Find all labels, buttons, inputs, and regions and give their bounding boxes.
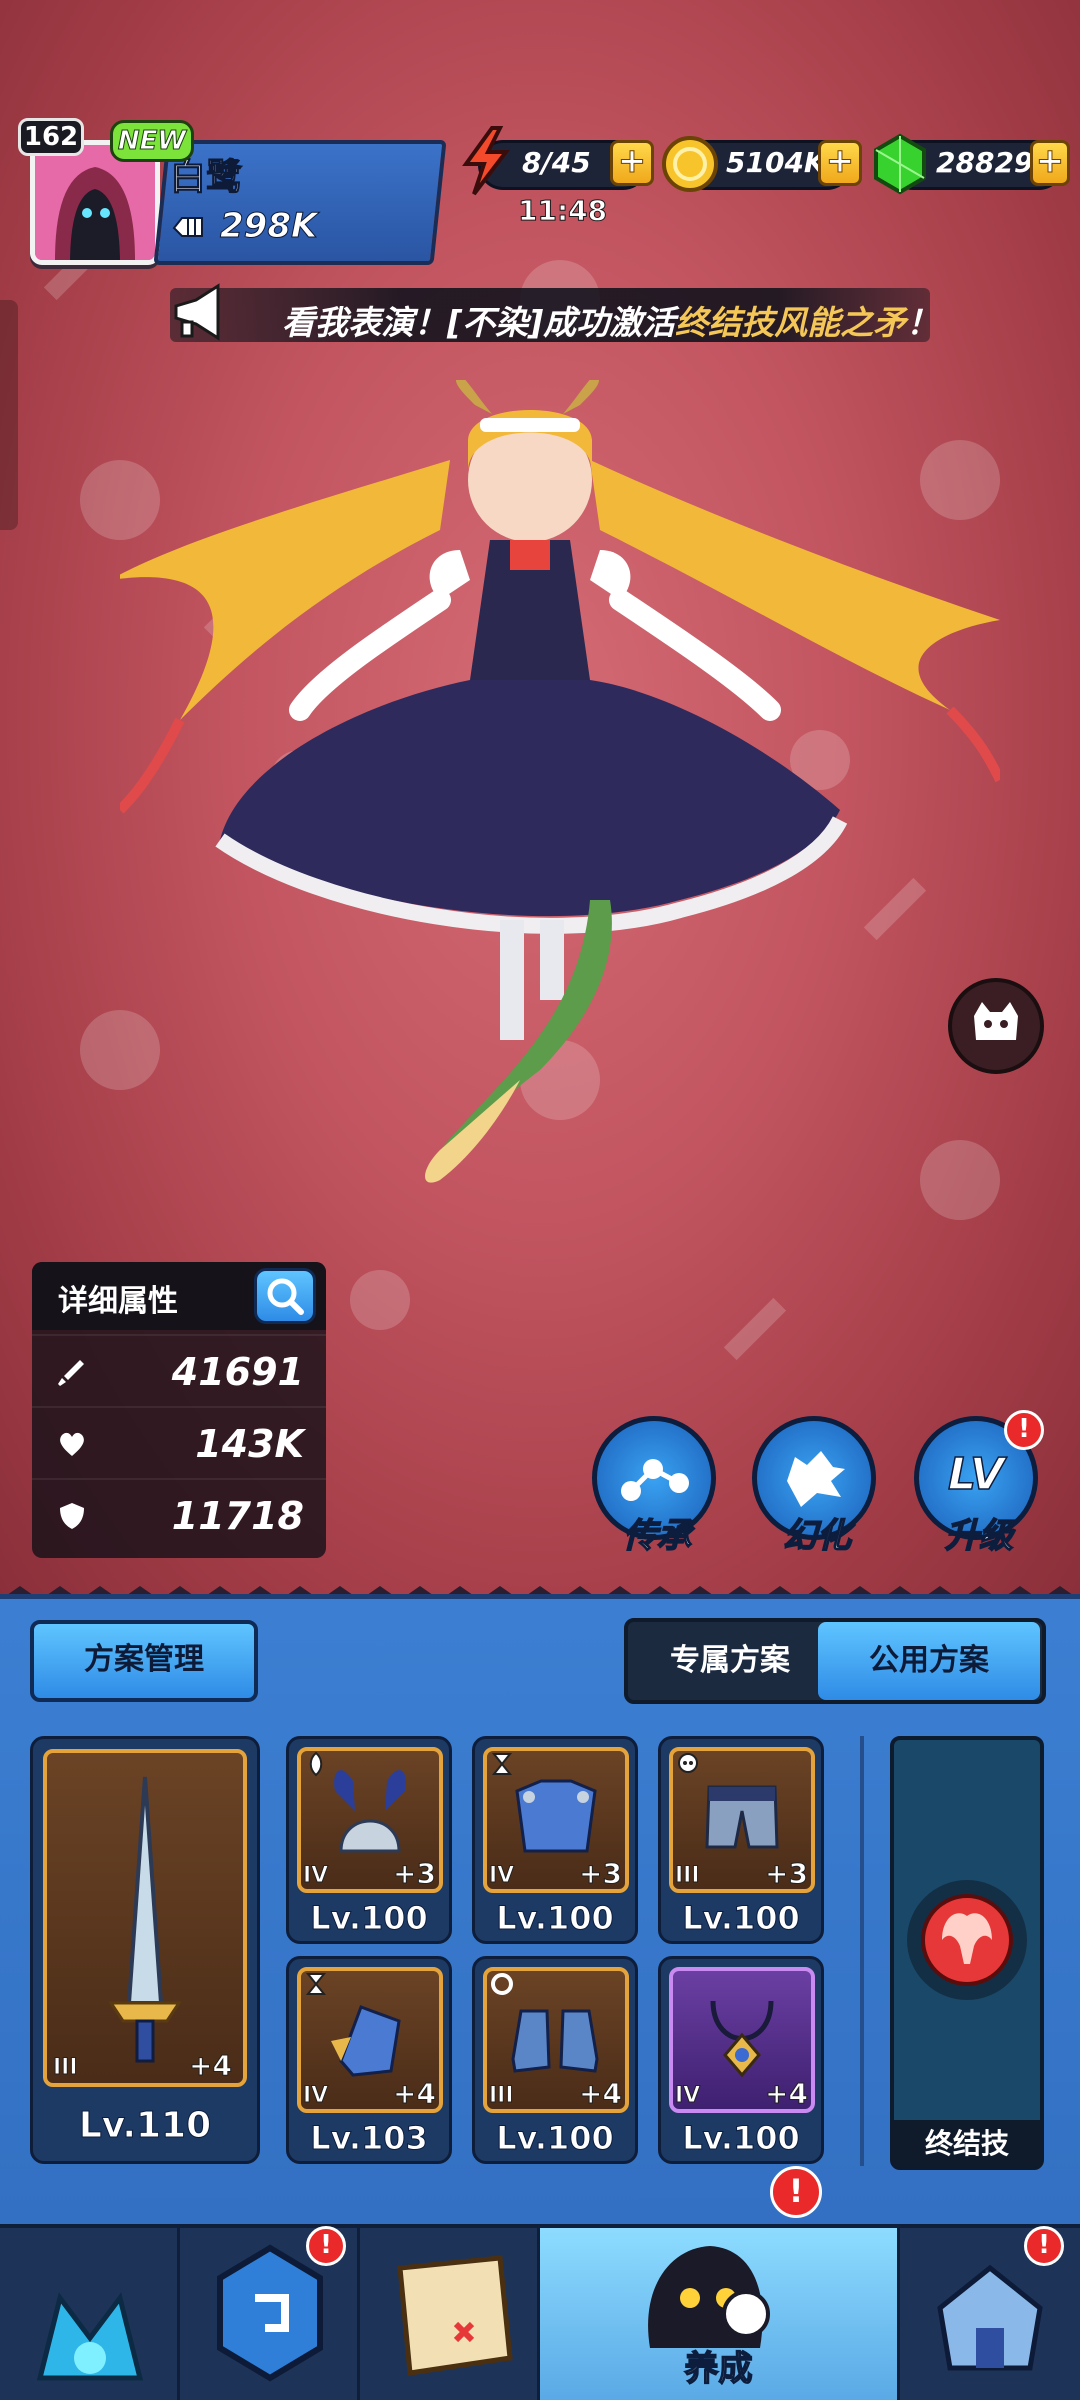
weapon-level: Lv.110 (78, 2105, 212, 2147)
cycle-tag-icon (491, 1973, 513, 1995)
base-alert-badge: ! (1024, 2226, 1064, 2266)
armor-plus: +3 (579, 1857, 623, 1891)
gloves-tier: IV (302, 2083, 329, 2109)
panel-divider (860, 1736, 864, 2166)
armor-slot[interactable]: IV +3 Lv.100 (472, 1736, 638, 1944)
pants-slot[interactable]: III +3 Lv.100 (658, 1736, 824, 1944)
shadow-mascot-icon (648, 2246, 770, 2348)
helmet-slot[interactable]: IV +3 Lv.100 (286, 1736, 452, 1944)
nav-item-cultivate[interactable]: 养成 (540, 2228, 900, 2400)
attack-value: 41691 (171, 1350, 304, 1394)
boots-level: Lv.100 (496, 2119, 615, 2158)
lightning-energy-icon (462, 126, 511, 196)
weapon-tier: III (53, 2055, 79, 2081)
player-power-value: 298K (219, 206, 318, 247)
weapon-slot[interactable]: III +4 Lv.110 (30, 1736, 260, 2164)
upgrade-alert-badge: ! (1004, 1410, 1044, 1450)
explosion-skill-icon (907, 1880, 1027, 2000)
boots-slot[interactable]: III +4 Lv.100 (472, 1956, 638, 2164)
helmet-tier: IV (302, 1863, 329, 1889)
gloves-slot[interactable]: IV +4 Lv.103 (286, 1956, 452, 2164)
cards-alert-badge: ! (306, 2226, 346, 2266)
finisher-label: 终结技 (892, 2120, 1042, 2168)
stat-row-attack: 41691 (32, 1334, 326, 1406)
weapon-frame (43, 1749, 247, 2087)
stat-row-hp: 143K (32, 1406, 326, 1478)
search-icon (267, 1278, 304, 1315)
dagger-icon (108, 1776, 182, 2063)
announcement-highlight: 终结技风能之矛 (675, 303, 907, 342)
gold-coin-icon (662, 136, 718, 192)
announcement-text: 看我表演！[不染]成功激活终结技风能之矛！ (282, 303, 940, 342)
transform-label: 幻化 (782, 1515, 852, 1557)
stat-row-defense: 11718 (32, 1478, 326, 1550)
energy-timer: 11:48 (517, 194, 608, 228)
gems-value: 28829 (936, 146, 1034, 179)
sword-icon (58, 1360, 84, 1386)
tab-exclusive-plan[interactable]: 专属方案 (630, 1622, 830, 1700)
pants-plus: +3 (765, 1857, 809, 1891)
pants-level: Lv.100 (682, 1899, 801, 1938)
defense-value: 11718 (171, 1494, 304, 1538)
necklace-plus: +4 (765, 2077, 809, 2111)
nav-item-map[interactable] (360, 2228, 540, 2400)
hooded-figure-icon (35, 145, 155, 260)
armor-tier: IV (488, 1863, 515, 1889)
stats-title: 详细属性 (58, 1284, 178, 1319)
skin-toggle-button[interactable] (946, 976, 1046, 1076)
level-up-icon: LV (947, 1448, 1005, 1501)
armor-level: Lv.100 (496, 1899, 615, 1938)
boots-tier: III (489, 2083, 515, 2109)
helmet-level: Lv.100 (310, 1899, 429, 1938)
plan-manage-button[interactable]: 方案管理 (30, 1620, 258, 1702)
player-level-badge: 162 (18, 118, 84, 156)
gloves-plus: +4 (393, 2077, 437, 2111)
crystal-crown-icon (36, 2292, 144, 2381)
pants-tier: III (675, 1863, 701, 1889)
cultivate-alert-badge: ! (770, 2166, 822, 2218)
tab-public-plan[interactable]: 公用方案 (818, 1622, 1040, 1700)
green-gem-icon (874, 133, 926, 195)
hp-value: 143K (195, 1422, 304, 1466)
inherit-button[interactable]: 传承 (592, 1416, 722, 1557)
necklace-slot[interactable]: IV +4 Lv.100 (658, 1956, 824, 2164)
necklace-tier: IV (674, 2083, 701, 2109)
character-illustration (120, 380, 1000, 1183)
finisher-skill-slot[interactable] (890, 1736, 1044, 2170)
gold-value: 5104K (726, 146, 826, 179)
gloves-level: Lv.103 (310, 2119, 429, 2158)
hourglass-tag-icon (491, 1753, 513, 1775)
helmet-plus: +3 (393, 1857, 437, 1891)
necklace-level: Lv.100 (682, 2119, 801, 2158)
fist-power-icon (172, 217, 203, 237)
upgrade-label: 升级 (944, 1515, 1014, 1557)
add-energy-button[interactable]: + (610, 140, 654, 186)
spirit-tag-icon (309, 1751, 323, 1777)
stats-detail-button[interactable] (254, 1268, 316, 1324)
weapon-plus: +4 (189, 2049, 233, 2083)
add-gold-button[interactable]: + (818, 140, 862, 186)
skull-tag-icon (678, 1753, 698, 1773)
add-gems-button[interactable]: + (1030, 140, 1070, 186)
megaphone-icon (174, 283, 220, 341)
side-drawer-tab[interactable] (0, 300, 18, 530)
heart-icon (60, 1432, 84, 1456)
inherit-label: 传承 (622, 1515, 692, 1557)
transform-button[interactable]: 幻化 (752, 1416, 882, 1557)
shield-icon (60, 1503, 84, 1529)
nav-item-battle[interactable] (0, 2228, 180, 2400)
treasure-map-icon (397, 2255, 513, 2376)
energy-value: 8/45 (522, 146, 591, 179)
nav-label-cultivate: 养成 (684, 2348, 754, 2390)
boots-plus: +4 (579, 2077, 623, 2111)
new-badge: NEW (110, 120, 194, 162)
hourglass-tag-icon (305, 1973, 327, 1995)
